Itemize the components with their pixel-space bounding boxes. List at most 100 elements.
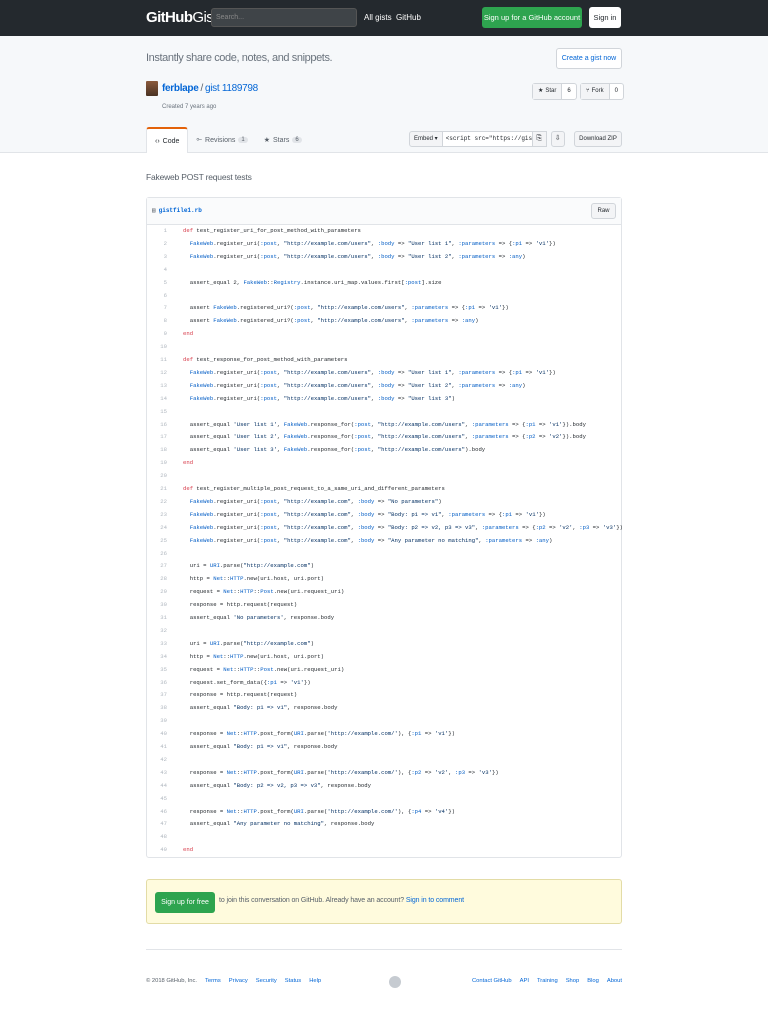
line-number[interactable]: 40	[147, 728, 167, 739]
line-number[interactable]: 17	[147, 431, 167, 442]
line-number[interactable]: 15	[147, 406, 167, 417]
download-zip-button[interactable]: Download ZIP	[574, 131, 622, 147]
search-input[interactable]: Search...	[211, 8, 357, 27]
line-number[interactable]: 39	[147, 715, 167, 726]
code-token: :post	[404, 278, 422, 286]
line-number[interactable]: 30	[147, 599, 167, 610]
line-number[interactable]: 45	[147, 793, 167, 804]
tab-code[interactable]: ‹› Code	[146, 127, 189, 153]
star-button[interactable]: ★ Star 6	[532, 83, 577, 100]
line-number[interactable]: 13	[147, 380, 167, 391]
line-number[interactable]: 33	[147, 638, 167, 649]
line-number[interactable]: 14	[147, 393, 167, 404]
line-number[interactable]: 16	[147, 419, 167, 430]
line-number[interactable]: 43	[147, 767, 167, 778]
line-number[interactable]: 6	[147, 290, 167, 301]
owner-link[interactable]: ferblape	[162, 83, 199, 94]
tab-stars[interactable]: ★ Stars 6	[256, 127, 310, 153]
gist-tabs: ‹› Code ⟜ Revisions 1 ★ Stars 6	[146, 127, 310, 153]
code-line: 28 http = Net::HTTP.new(uri.host, uri.po…	[147, 573, 621, 584]
gist-id-link[interactable]: gist 1189798	[205, 83, 258, 94]
signin-button[interactable]: Sign in	[589, 7, 621, 28]
code-text: request = Net::HTTP::Post.new(uri.reques…	[183, 665, 345, 673]
line-number[interactable]: 12	[147, 367, 167, 378]
line-number[interactable]: 24	[147, 522, 167, 533]
line-number[interactable]: 47	[147, 818, 167, 829]
star-count[interactable]: 6	[562, 84, 575, 99]
code-token: :parameters	[481, 523, 519, 531]
line-number[interactable]: 44	[147, 780, 167, 791]
line-number[interactable]: 5	[147, 277, 167, 288]
line-number[interactable]: 21	[147, 483, 167, 494]
line-number[interactable]: 18	[147, 444, 167, 455]
line-number[interactable]: 28	[147, 573, 167, 584]
signup-button[interactable]: Sign up for a GitHub account	[482, 7, 582, 28]
code-token: :any	[535, 536, 549, 544]
line-number[interactable]: 41	[147, 741, 167, 752]
line-number[interactable]: 26	[147, 548, 167, 559]
line-number[interactable]: 7	[147, 302, 167, 313]
footer-link-api[interactable]: API	[520, 978, 529, 984]
avatar[interactable]	[146, 81, 158, 96]
line-number[interactable]: 4	[147, 264, 167, 275]
footer-link-about[interactable]: About	[607, 978, 622, 984]
line-number[interactable]: 31	[147, 612, 167, 623]
line-number[interactable]: 48	[147, 831, 167, 842]
footer-link-contact[interactable]: Contact GitHub	[472, 978, 512, 984]
line-number[interactable]: 35	[147, 664, 167, 675]
embed-select[interactable]: Embed ▾	[409, 131, 443, 147]
desktop-icon[interactable]: ⇩	[550, 131, 565, 147]
line-number[interactable]: 2	[147, 238, 167, 249]
line-number[interactable]: 1	[147, 225, 167, 236]
star-icon: ★	[538, 88, 544, 94]
github-link[interactable]: GitHub	[396, 13, 421, 22]
line-number[interactable]: 10	[147, 341, 167, 352]
tab-revisions[interactable]: ⟜ Revisions 1	[188, 127, 255, 153]
github-gist-logo[interactable]: GitHubGist	[146, 9, 217, 26]
fork-count[interactable]: 0	[610, 84, 623, 99]
signup-free-button[interactable]: Sign up for free	[155, 892, 215, 913]
line-number[interactable]: 36	[147, 677, 167, 688]
line-number[interactable]: 29	[147, 586, 167, 597]
footer-link-help[interactable]: Help	[309, 978, 321, 984]
footer-link-blog[interactable]: Blog	[587, 978, 599, 984]
code-text: uri = URI.parse("http://example.com")	[183, 562, 314, 570]
signin-comment-link[interactable]: Sign in to comment	[406, 897, 464, 904]
octocat-icon[interactable]	[389, 976, 401, 988]
footer-link-privacy[interactable]: Privacy	[229, 978, 248, 984]
line-number[interactable]: 34	[147, 651, 167, 662]
footer-link-security[interactable]: Security	[256, 978, 277, 984]
fork-button[interactable]: ⑂ Fork 0	[580, 83, 624, 100]
line-number[interactable]: 27	[147, 560, 167, 571]
top-nav: GitHubGist Search... All gists GitHub Si…	[0, 0, 768, 36]
all-gists-link[interactable]: All gists	[364, 13, 392, 22]
code-token: :body	[357, 510, 375, 518]
line-number[interactable]: 11	[147, 354, 167, 365]
line-number[interactable]: 37	[147, 689, 167, 700]
line-number[interactable]: 8	[147, 315, 167, 326]
line-number[interactable]: 25	[147, 535, 167, 546]
create-gist-button[interactable]: Create a gist now	[556, 48, 622, 69]
line-number[interactable]: 49	[147, 844, 167, 855]
raw-button[interactable]: Raw	[591, 203, 616, 219]
code-text: assert_equal 2, FakeWeb::Registry.instan…	[183, 278, 442, 286]
created-timestamp: Created 7 years ago	[162, 104, 217, 110]
line-number[interactable]: 23	[147, 509, 167, 520]
line-number[interactable]: 38	[147, 702, 167, 713]
file-name[interactable]: ▤ gistfile1.rb	[152, 207, 202, 214]
copy-icon[interactable]: ⎘	[532, 131, 547, 147]
footer-link-shop[interactable]: Shop	[566, 978, 580, 984]
line-number[interactable]: 19	[147, 457, 167, 468]
line-number[interactable]: 20	[147, 470, 167, 481]
line-number[interactable]: 42	[147, 754, 167, 765]
line-number[interactable]: 3	[147, 251, 167, 262]
footer-link-training[interactable]: Training	[537, 978, 558, 984]
line-number[interactable]: 46	[147, 806, 167, 817]
footer-link-terms[interactable]: Terms	[205, 978, 221, 984]
line-number[interactable]: 9	[147, 328, 167, 339]
line-number[interactable]: 32	[147, 625, 167, 636]
embed-url-input[interactable]: <script src="https://gist.	[442, 131, 533, 147]
line-number[interactable]: 22	[147, 496, 167, 507]
footer-link-status[interactable]: Status	[285, 978, 301, 984]
code-token: 'User list 1'	[233, 420, 277, 428]
